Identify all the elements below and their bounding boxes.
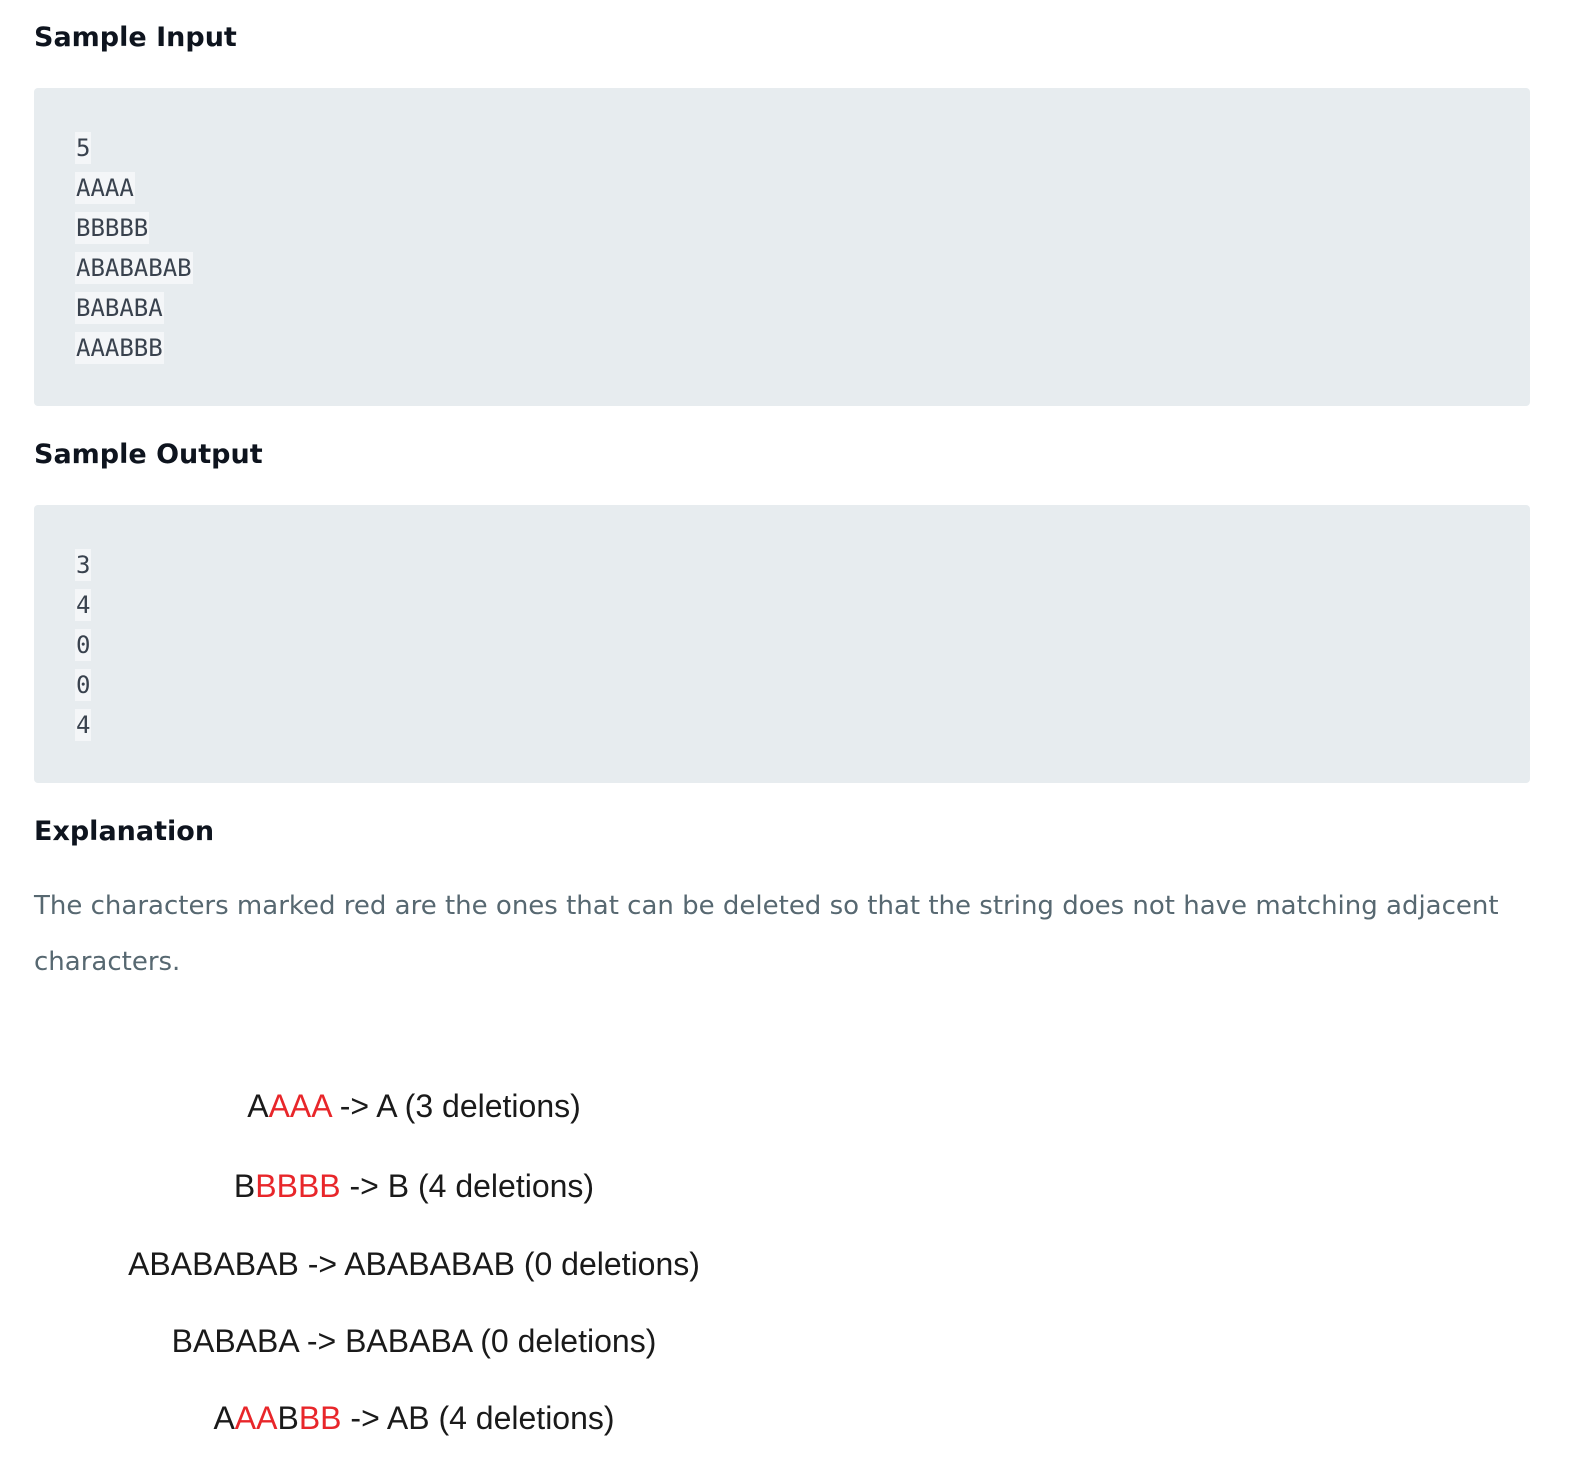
sample-output-code-block: 3 4 0 0 4 (34, 505, 1530, 783)
kept-chars: ABABABAB (128, 1246, 299, 1282)
kept-chars: A (213, 1400, 235, 1436)
explanation-text: The characters marked red are the ones t… (34, 891, 1499, 977)
code-line: BBBBB (74, 208, 150, 248)
deleted-chars: BB (298, 1400, 342, 1436)
kept-chars: A (247, 1088, 269, 1124)
deletion-figure: AAAA -> A (3 deletions) BBBBB -> B (4 de… (34, 1078, 794, 1458)
code-text: 3 (75, 549, 92, 581)
figure-line-aaaa: AAAA -> A (3 deletions) (34, 1084, 794, 1128)
code-line: AAAA (74, 168, 136, 208)
figure-line-abababab: ABABABAB -> ABABABAB (0 deletions) (34, 1242, 794, 1286)
kept-chars: B (277, 1400, 299, 1436)
kept-chars: B (233, 1168, 256, 1204)
figure-line-aaabbb: AAABBB -> AB (4 deletions) (34, 1396, 794, 1440)
figure-line-bbbbb: BBBBB -> B (4 deletions) (34, 1164, 794, 1208)
sample-input-heading: Sample Input (34, 22, 237, 53)
code-text: 0 (75, 669, 92, 701)
code-text: 0 (75, 629, 92, 661)
sample-input-code-block: 5 AAAA BBBBB ABABABAB BABABA AAABBB (34, 88, 1530, 406)
deleted-chars: AA (234, 1400, 278, 1436)
code-text: BABABA (75, 292, 164, 324)
code-line: 4 (74, 705, 92, 745)
deleted-chars: AAA (268, 1088, 331, 1124)
code-text: 4 (75, 709, 92, 741)
code-text: ABABABAB (75, 252, 193, 284)
code-text: AAAA (75, 172, 135, 204)
code-line: ABABABAB (74, 248, 194, 288)
code-line: 0 (74, 625, 92, 665)
result-text: -> BABABA (0 deletions) (297, 1323, 657, 1359)
code-text: 5 (75, 132, 92, 164)
result-text: -> AB (4 deletions) (341, 1400, 615, 1436)
result-text: -> ABABABAB (0 deletions) (298, 1246, 700, 1282)
code-line: 4 (74, 585, 92, 625)
code-text: AAABBB (75, 332, 164, 364)
code-text: BBBBB (75, 212, 150, 244)
result-text: -> B (4 deletions) (340, 1168, 595, 1204)
code-line: 5 (74, 128, 92, 168)
code-line: AAABBB (74, 328, 165, 368)
code-line: BABABA (74, 288, 165, 328)
kept-chars: BABABA (171, 1323, 298, 1359)
deleted-chars: BBBB (255, 1168, 341, 1204)
code-line: 3 (74, 545, 92, 585)
explanation-heading: Explanation (34, 816, 215, 847)
result-text: -> A (3 deletions) (330, 1088, 581, 1124)
code-line: 0 (74, 665, 92, 705)
sample-output-heading: Sample Output (34, 439, 263, 470)
figure-line-bababa: BABABA -> BABABA (0 deletions) (34, 1319, 794, 1363)
code-text: 4 (75, 589, 92, 621)
